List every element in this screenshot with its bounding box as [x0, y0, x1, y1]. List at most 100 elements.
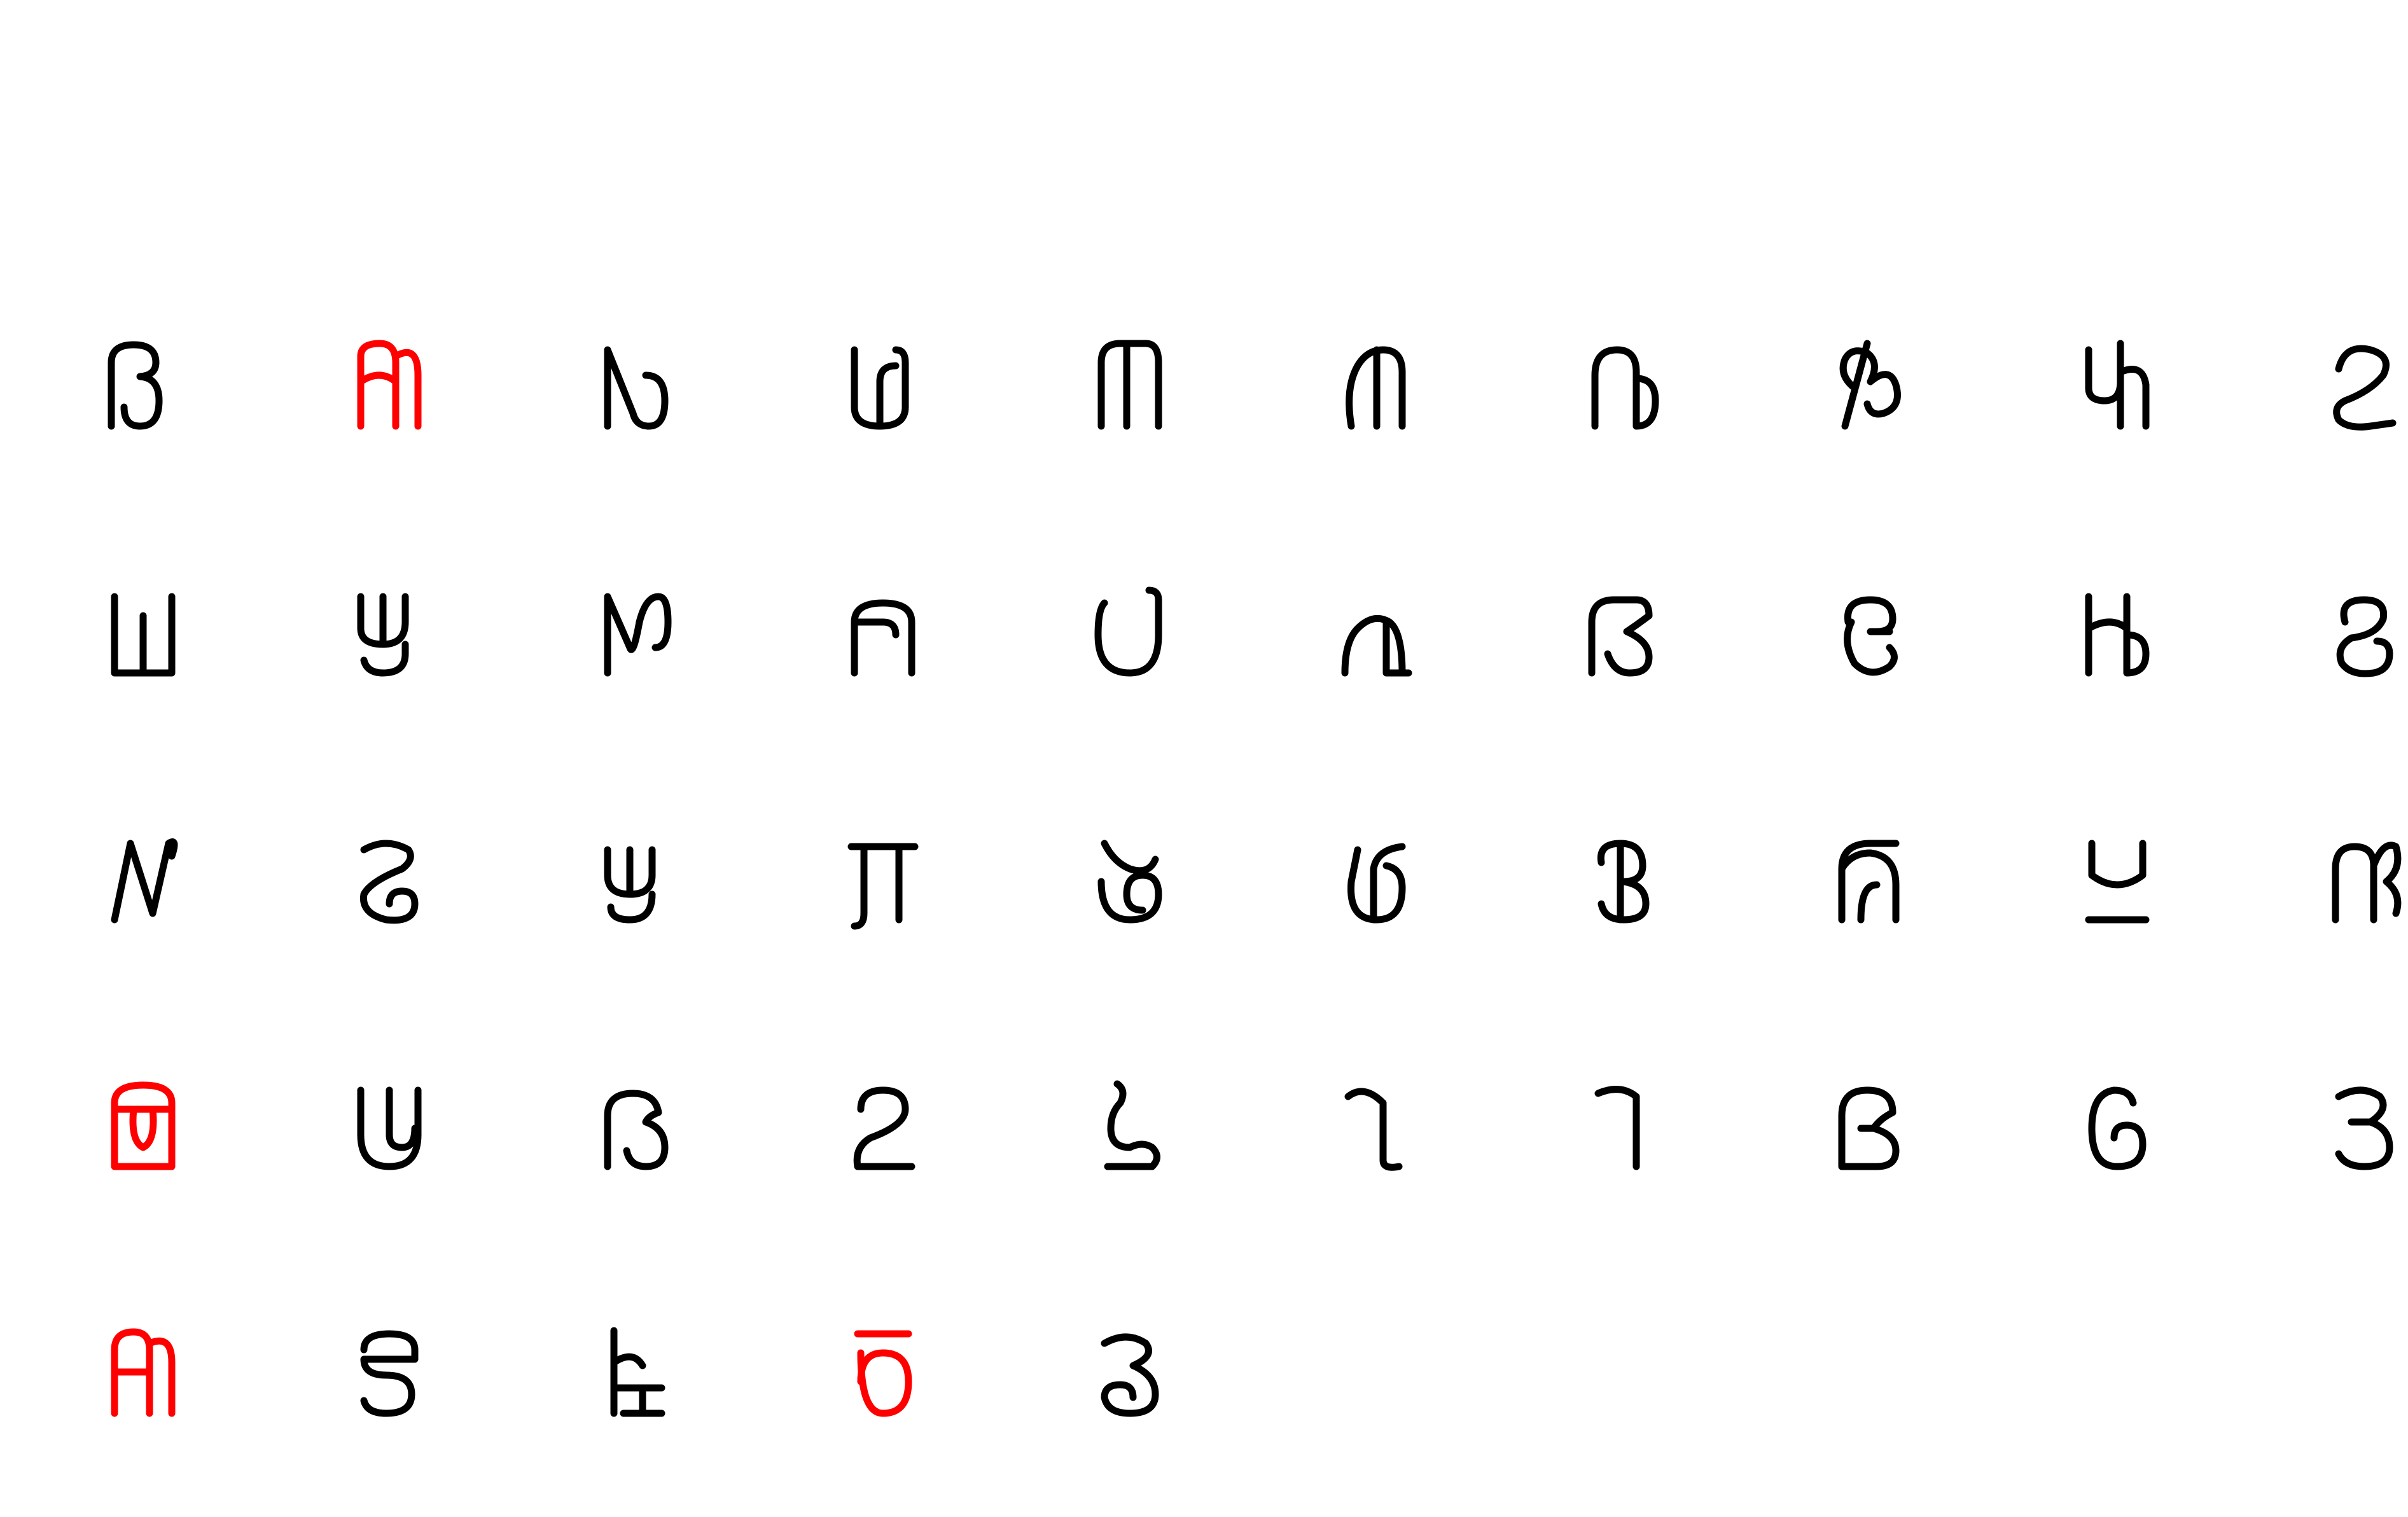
glyph-cell: [819, 1308, 947, 1436]
script-glyph-35: [1104, 1080, 1160, 1170]
script-glyph-13: [604, 593, 672, 677]
script-glyph-36: [1344, 1088, 1403, 1171]
script-glyph-32-stroke: [357, 1086, 422, 1170]
glyph-cell: [80, 568, 207, 695]
glyph-cell: [573, 568, 700, 695]
script-glyph-02-stroke: [357, 340, 422, 430]
glyph-cell: [1313, 1062, 1440, 1189]
script-glyph-41: [111, 1328, 176, 1417]
script-glyph-01-stroke: [108, 341, 163, 430]
glyph-cell: [1066, 568, 1194, 695]
glyph-cell: [2300, 321, 2408, 448]
script-glyph-09: [2085, 340, 2150, 430]
script-glyph-44: [854, 1330, 912, 1417]
glyph-cell: [1560, 568, 1687, 695]
glyph-cell: [819, 568, 947, 695]
script-glyph-10-stroke: [2333, 345, 2397, 431]
script-glyph-19: [2085, 593, 2150, 677]
script-glyph-42-stroke: [360, 1330, 419, 1417]
script-glyph-30: [2332, 842, 2402, 924]
glyph-cell: [1807, 568, 1934, 695]
script-glyph-43: [610, 1327, 665, 1417]
glyph-cell: [80, 321, 207, 448]
script-glyph-33-stroke: [604, 1090, 669, 1170]
script-glyph-17-stroke: [1588, 596, 1653, 677]
script-glyph-26-stroke: [1347, 843, 1406, 924]
script-glyph-25-stroke: [1097, 840, 1162, 924]
glyph-cell: [80, 1062, 207, 1189]
script-glyph-06: [1346, 346, 1406, 430]
glyph-cell: [2300, 568, 2408, 695]
script-glyph-27: [1597, 840, 1650, 924]
script-glyph-22-stroke: [359, 840, 419, 924]
script-glyph-35-stroke: [1104, 1080, 1160, 1170]
script-glyph-40: [2335, 1086, 2393, 1170]
script-glyph-31: [111, 1081, 176, 1170]
script-glyph-21-stroke: [111, 838, 178, 924]
glyph-cell: [2054, 321, 2181, 448]
script-glyph-03: [604, 346, 669, 430]
glyph-cell: [2300, 1062, 2408, 1189]
glyph-cell: [1313, 815, 1440, 942]
script-glyph-31-stroke: [111, 1081, 176, 1170]
glyph-cell: [326, 321, 453, 448]
glyph-cell: [1807, 815, 1934, 942]
glyph-cell: [80, 1308, 207, 1436]
glyph-cell: [573, 815, 700, 942]
script-glyph-18: [1844, 596, 1898, 676]
script-glyph-02: [357, 340, 422, 430]
script-glyph-16: [1341, 614, 1412, 677]
glyph-cell: [80, 815, 207, 942]
script-glyph-42: [360, 1330, 419, 1417]
script-glyph-38: [1838, 1086, 1900, 1170]
glyph-cell: [819, 1062, 947, 1189]
script-glyph-28-stroke: [1838, 840, 1900, 924]
script-glyph-24: [847, 843, 919, 930]
glyph-cell: [573, 321, 700, 448]
script-glyph-03-stroke: [604, 346, 669, 430]
script-glyph-45: [1101, 1333, 1159, 1417]
script-glyph-25: [1097, 840, 1162, 924]
script-glyph-41-stroke: [111, 1328, 176, 1417]
glyph-cell: [2054, 1062, 2181, 1189]
script-glyph-16-stroke: [1341, 614, 1412, 677]
glyph-cell: [1560, 1062, 1687, 1189]
glyph-cell: [1313, 321, 1440, 448]
script-glyph-12-stroke: [357, 593, 409, 677]
script-glyph-17: [1588, 596, 1653, 677]
script-glyph-15-stroke: [1094, 586, 1162, 677]
script-glyph-20-stroke: [2336, 596, 2393, 677]
glyph-cell: [326, 1062, 453, 1189]
script-glyph-30-stroke: [2332, 842, 2402, 924]
script-glyph-06-stroke: [1346, 346, 1406, 430]
script-glyph-43-stroke: [610, 1327, 665, 1417]
script-glyph-15: [1094, 586, 1162, 677]
script-glyph-08: [1839, 340, 1901, 430]
script-glyph-01: [108, 341, 163, 430]
script-glyph-37-stroke: [1594, 1086, 1640, 1170]
script-glyph-10: [2333, 345, 2397, 431]
script-glyph-40-stroke: [2335, 1086, 2393, 1170]
glyph-cell: [819, 321, 947, 448]
script-glyph-29-stroke: [2085, 840, 2150, 924]
script-glyph-14-stroke: [851, 599, 915, 677]
glyph-cell: [1066, 321, 1194, 448]
script-glyph-23-stroke: [604, 846, 656, 924]
script-glyph-39-stroke: [2088, 1086, 2147, 1170]
glyph-grid: [0, 0, 2408, 1517]
script-glyph-24-stroke: [847, 843, 919, 930]
script-glyph-04: [851, 346, 909, 430]
glyph-cell: [1313, 568, 1440, 695]
glyph-cell: [2054, 568, 2181, 695]
script-glyph-05: [1097, 340, 1162, 430]
script-glyph-28: [1838, 840, 1900, 924]
script-glyph-37: [1594, 1086, 1640, 1170]
script-glyph-29: [2085, 840, 2150, 924]
script-glyph-04-stroke: [851, 346, 909, 430]
script-glyph-32: [357, 1086, 422, 1170]
script-glyph-34: [853, 1086, 915, 1170]
glyph-cell: [1807, 1062, 1934, 1189]
glyph-cell: [1066, 1062, 1194, 1189]
script-glyph-33: [604, 1090, 669, 1170]
script-glyph-09-stroke: [2085, 340, 2150, 430]
